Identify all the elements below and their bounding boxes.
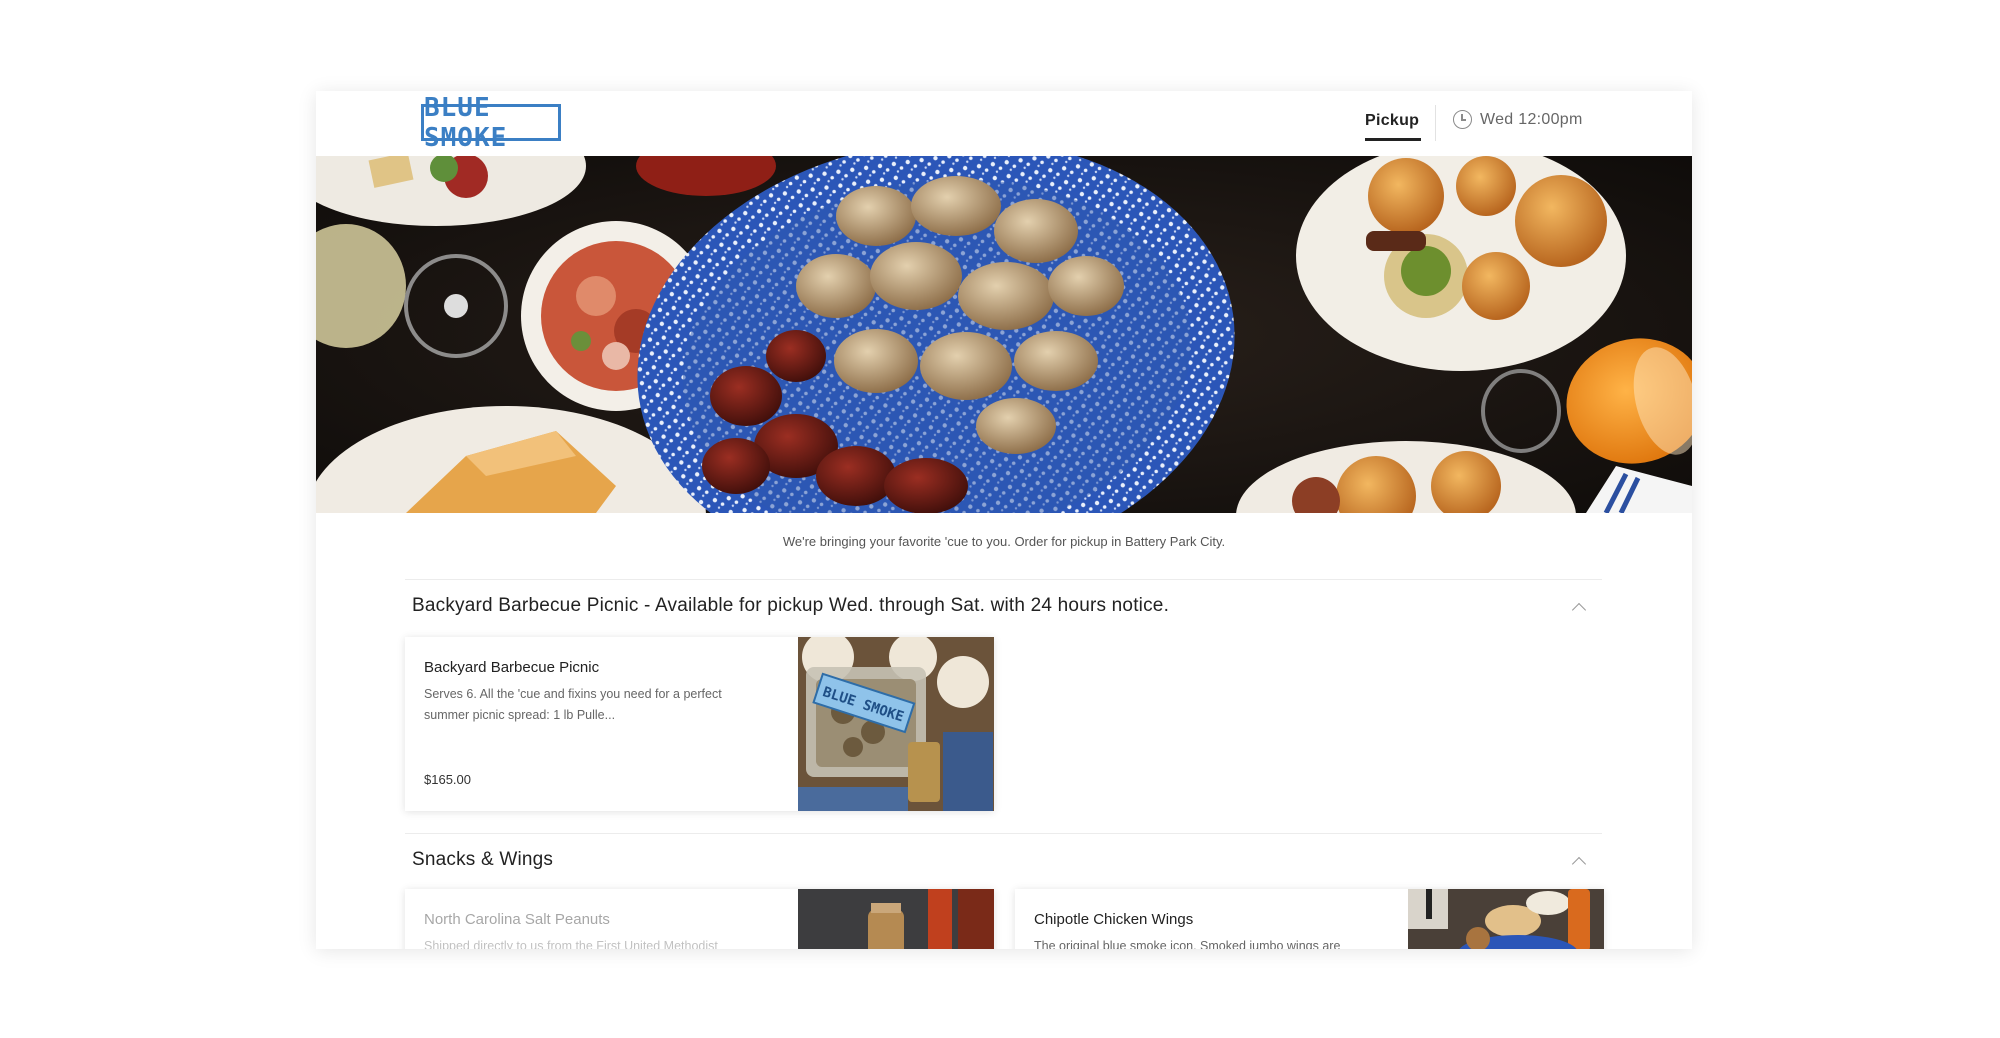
- menu-item-name: North Carolina Salt Peanuts: [424, 911, 610, 928]
- tagline-text: We're bringing your favorite 'cue to you…: [782, 534, 1226, 549]
- section-title-snacks[interactable]: Snacks & Wings: [412, 849, 553, 871]
- pickup-tab[interactable]: Pickup: [1365, 112, 1419, 130]
- menu-item-image: [798, 889, 994, 949]
- menu-item-image: BLUE SMOKE: [798, 637, 994, 811]
- peanuts-illustration: [798, 889, 994, 949]
- menu-item-name: Chipotle Chicken Wings: [1034, 911, 1194, 928]
- menu-item-text: Chipotle Chicken Wings The original blue…: [1034, 911, 1374, 949]
- collapse-chevron-up-icon[interactable]: [1571, 602, 1587, 618]
- pickup-time-selector[interactable]: Wed 12:00pm: [1453, 110, 1583, 129]
- pickup-tab-underline: [1365, 138, 1421, 141]
- wings-illustration: [1408, 889, 1604, 949]
- menu-item-text: Backyard Barbecue Picnic Serves 6. All t…: [424, 659, 764, 726]
- picnic-box-illustration: BLUE SMOKE: [798, 637, 994, 811]
- hero-illustration: [316, 156, 1692, 513]
- menu-item-card[interactable]: Chipotle Chicken Wings The original blue…: [1015, 889, 1604, 949]
- hero-food-image: [316, 156, 1692, 513]
- blue-smoke-logo[interactable]: BLUE SMOKE: [421, 93, 561, 153]
- menu-item-name: Backyard Barbecue Picnic: [424, 659, 600, 676]
- top-header: BLUE SMOKE Pickup Wed 12:00pm: [316, 91, 1692, 156]
- header-divider: [1435, 105, 1436, 141]
- collapse-chevron-up-icon[interactable]: [1571, 856, 1587, 872]
- menu-item-image: [1408, 889, 1604, 949]
- section-divider: [405, 833, 1602, 834]
- app-window: BLUE SMOKE Pickup Wed 12:00pm We're brin…: [316, 91, 1692, 949]
- pickup-time-label: Wed 12:00pm: [1480, 110, 1583, 128]
- menu-item-price: $165.00: [424, 772, 471, 787]
- logo-text: BLUE SMOKE: [424, 92, 508, 153]
- menu-item-description: The original blue smoke icon. Smoked jum…: [1034, 939, 1341, 949]
- section-title-picnic[interactable]: Backyard Barbecue Picnic - Available for…: [412, 595, 1169, 617]
- section-divider: [405, 579, 1602, 580]
- clock-icon: [1453, 110, 1472, 129]
- menu-item-description: Shipped directly to us from the First Un…: [424, 939, 718, 949]
- menu-item-description: Serves 6. All the 'cue and fixins you ne…: [424, 687, 722, 722]
- menu-item-text: North Carolina Salt Peanuts Shipped dire…: [424, 911, 764, 949]
- menu-item-card[interactable]: Backyard Barbecue Picnic Serves 6. All t…: [405, 637, 994, 811]
- menu-item-card[interactable]: North Carolina Salt Peanuts Shipped dire…: [405, 889, 994, 949]
